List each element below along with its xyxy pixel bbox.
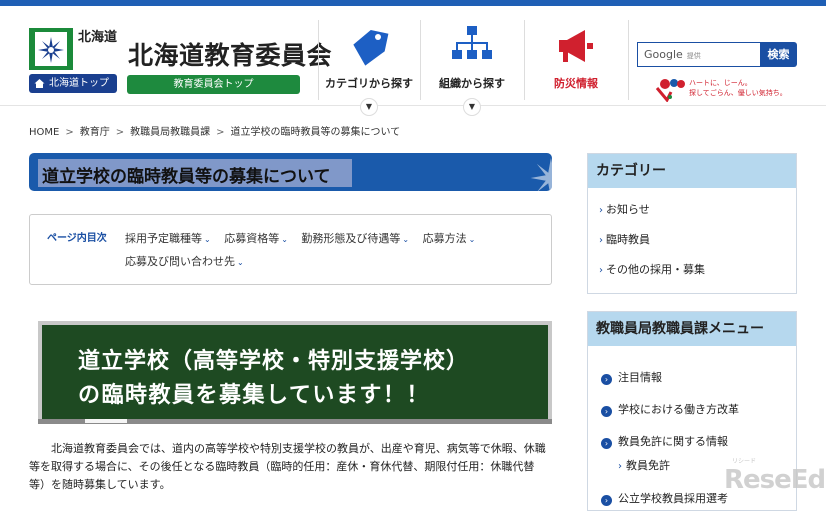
chevron-right-icon: ›: [618, 461, 622, 472]
circle-chevron-icon: ›: [601, 406, 612, 417]
nav-organization[interactable]: 組織から探す: [420, 20, 524, 100]
menu-item[interactable]: › 教員免許に関する情報: [601, 433, 728, 449]
breadcrumb-current: 道立学校の臨時教員等の募集について: [230, 127, 401, 138]
org-chart-icon: [452, 26, 492, 59]
heart-logo-icon[interactable]: [655, 78, 687, 102]
menu-item-label: 教員免許に関する情報: [618, 435, 728, 448]
site-header: 北海道 北海道トップ 北海道教育委員会 教育委員会トップ カテゴリから探す 組織…: [0, 6, 826, 106]
banner-line2: の臨時教員を募集しています！！: [78, 383, 430, 408]
chevron-down-icon: ⌄: [468, 235, 476, 244]
banner-line1: 道立学校（高等学校・特別支援学校）: [78, 349, 470, 374]
toc-item-label: 勤務形態及び待遇等: [301, 232, 401, 245]
heart-slogan-line2: 探してごらん、優しい気持ち。: [689, 89, 787, 97]
circle-chevron-icon: ›: [601, 438, 612, 449]
chevron-right-icon: ›: [599, 205, 603, 216]
prefecture-top-label: 北海道トップ: [49, 78, 109, 89]
board-top-link[interactable]: 教育委員会トップ: [127, 75, 300, 94]
chalk-piece: [85, 419, 127, 423]
chevron-right-icon: ›: [599, 265, 603, 276]
nav-disaster[interactable]: 防災情報: [524, 20, 628, 100]
toc-item[interactable]: 採用予定職種等 ⌄: [125, 228, 211, 251]
breadcrumb-item[interactable]: 教職員局教職員課: [130, 127, 210, 138]
site-title[interactable]: 北海道教育委員会: [128, 36, 332, 72]
toc-item-label: 応募資格等: [224, 232, 280, 245]
chevron-right-icon: >: [65, 127, 74, 138]
intro-paragraph: 北海道教育委員会では、道内の高等学校や特別支援学校の教員が、出産や育児、病気等で…: [29, 442, 546, 491]
heart-slogan[interactable]: ハートに、じーん。 探してごらん、優しい気持ち。: [689, 78, 787, 98]
google-brand-sub: 提供: [686, 52, 701, 60]
breadcrumb-item[interactable]: HOME: [29, 127, 59, 138]
home-icon: [34, 79, 45, 88]
heart-slogan-line1: ハートに、じーん。: [689, 79, 752, 87]
snowflake-emblem-icon: [530, 157, 552, 191]
circle-chevron-icon: ›: [601, 374, 612, 385]
chevron-right-icon: ›: [599, 235, 603, 246]
watermark-logo: リシード ReseEd: [724, 458, 826, 495]
toc-item[interactable]: 応募及び問い合わせ先 ⌄: [125, 251, 244, 274]
menu-item[interactable]: › 注目情報: [601, 369, 662, 385]
menu-item-label: 注目情報: [618, 371, 662, 384]
page-toc: ページ内目次 採用予定職種等 ⌄ 応募資格等 ⌄ 勤務形態及び待遇等 ⌄ 応募方法 ⌄ …: [29, 214, 552, 285]
toc-item[interactable]: 勤務形態及び待遇等 ⌄: [301, 228, 409, 251]
menu-item[interactable]: › 公立学校教員採用選考: [601, 490, 728, 506]
hokkaido-emblem-icon[interactable]: [29, 28, 73, 70]
page-title: 道立学校の臨時教員等の募集について: [42, 167, 331, 187]
menu-item-label: 学校における働き方改革: [618, 403, 739, 416]
chevron-down-icon[interactable]: ▼: [463, 98, 481, 116]
tag-icon: [353, 29, 389, 66]
nav-category-label: カテゴリから探す: [325, 77, 413, 90]
megaphone-icon: [559, 30, 593, 62]
chevron-right-icon: >: [115, 127, 125, 138]
breadcrumb: HOME > 教育庁 > 教職員局教職員課 > 道立学校の臨時教員等の募集について: [29, 123, 400, 138]
menu-subitem-label: 教員免許: [626, 459, 670, 472]
category-heading: カテゴリー: [588, 154, 796, 188]
nav-disaster-label: 防災情報: [554, 77, 598, 90]
circle-chevron-icon: ›: [601, 495, 612, 506]
chevron-down-icon: ⌄: [281, 235, 288, 244]
toc-item-label: 採用予定職種等: [125, 232, 202, 245]
watermark-sub: リシード: [732, 458, 757, 465]
toc-item[interactable]: 応募方法 ⌄: [423, 228, 476, 251]
nav-category[interactable]: カテゴリから探す: [318, 20, 420, 100]
recruitment-banner: 道立学校（高等学校・特別支援学校） の臨時教員を募集しています！！: [38, 321, 552, 424]
search-input[interactable]: Google 提供: [637, 42, 761, 67]
chevron-right-icon: >: [216, 127, 225, 138]
category-item[interactable]: › お知らせ: [599, 201, 650, 217]
menu-subitem[interactable]: › 教員免許: [618, 457, 670, 473]
category-item-label: その他の採用・募集: [606, 263, 705, 276]
toc-item[interactable]: 応募資格等 ⌄: [224, 228, 288, 251]
google-brand: Google: [644, 48, 683, 61]
nav-organization-label: 組織から探す: [439, 77, 505, 90]
toc-heading: ページ内目次: [47, 233, 107, 244]
category-item[interactable]: › 臨時教員: [599, 231, 650, 247]
prefecture-name: 北海道: [78, 30, 118, 45]
chevron-down-icon: ⌄: [204, 235, 211, 244]
category-item[interactable]: › その他の採用・募集: [599, 261, 705, 277]
category-item-label: お知らせ: [606, 203, 650, 216]
menu-item[interactable]: › 学校における働き方改革: [601, 401, 739, 417]
search-button[interactable]: 検索: [760, 42, 797, 67]
chevron-down-icon: ⌄: [237, 258, 244, 267]
toc-item-label: 応募方法: [422, 232, 467, 245]
prefecture-top-link[interactable]: 北海道トップ: [29, 74, 117, 93]
chevron-down-icon: ⌄: [402, 235, 410, 244]
watermark-text: ReseEd: [724, 465, 826, 495]
chevron-down-icon[interactable]: ▼: [360, 98, 378, 116]
page-title-bar: 道立学校の臨時教員等の募集について: [29, 153, 552, 191]
toc-item-label: 応募及び問い合わせ先: [125, 255, 235, 268]
division-menu-heading: 教職員局教職員課メニュー: [588, 312, 796, 346]
category-item-label: 臨時教員: [606, 233, 650, 246]
category-panel: カテゴリー › お知らせ › 臨時教員 › その他の採用・募集: [587, 153, 797, 294]
breadcrumb-item[interactable]: 教育庁: [80, 127, 110, 138]
nav-divider: [628, 20, 629, 100]
